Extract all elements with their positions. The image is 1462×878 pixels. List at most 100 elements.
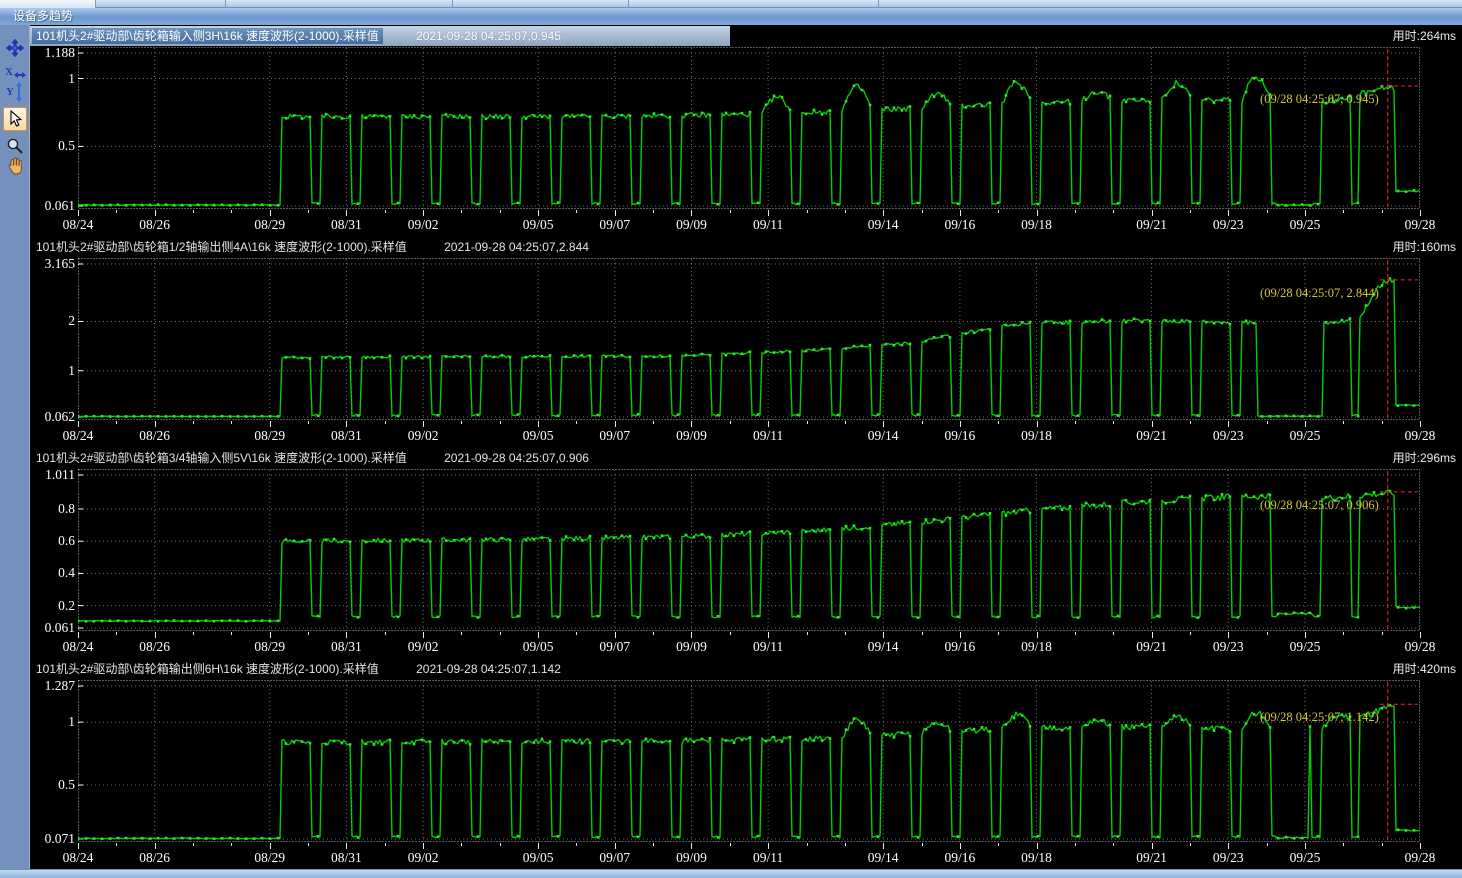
x-tick — [807, 632, 808, 635]
x-tick — [385, 843, 386, 846]
x-tick-label: 09/11 — [753, 217, 783, 233]
x-tick — [1267, 210, 1268, 213]
x-tick — [845, 421, 846, 424]
x-tick-label: 09/23 — [1213, 428, 1244, 444]
x-tick — [423, 210, 424, 216]
x-tick-label: 09/25 — [1290, 217, 1321, 233]
plot-area[interactable]: (09/28 04:25:07, 1.142) — [78, 680, 1420, 843]
x-tick-label: 09/14 — [868, 428, 899, 444]
magnify-tool-button[interactable] — [4, 135, 26, 157]
mdi-tab-strip[interactable] — [0, 0, 1462, 8]
trend-waveform — [78, 469, 1420, 632]
y-tick-label: 1 — [68, 714, 75, 730]
y-scale-tool-button[interactable]: Y — [4, 81, 26, 103]
x-tick — [1037, 421, 1038, 427]
y-tick-label: 2 — [68, 313, 75, 329]
y-axis-labels: 1.0110.80.60.40.20.061 — [30, 469, 78, 632]
x-tick — [193, 421, 194, 424]
x-tick — [1075, 210, 1076, 213]
chart-elapsed: 用时:264ms — [1393, 25, 1456, 47]
x-tick — [308, 843, 309, 846]
x-tick — [461, 421, 462, 424]
x-tick — [998, 421, 999, 424]
y-tick-label: 1.011 — [45, 467, 75, 483]
x-tick — [155, 210, 156, 216]
x-tick — [1190, 210, 1191, 213]
x-tick — [768, 210, 769, 216]
chart-title[interactable]: 101机头2#驱动部\齿轮箱输出侧6H\16k 速度波形(2-1000).采样值 — [32, 661, 383, 677]
x-tick — [500, 210, 501, 213]
pan-all-tool-button[interactable] — [4, 37, 26, 59]
trend-panel-header[interactable]: 101机头2#驱动部\齿轮箱输入侧3H\16k 速度波形(2-1000).采样值… — [30, 25, 1462, 47]
x-tick — [1152, 210, 1153, 216]
x-tick — [423, 421, 424, 427]
x-tick-label: 09/25 — [1290, 639, 1321, 655]
x-tick-label: 09/16 — [944, 217, 975, 233]
x-tick-label: 09/07 — [599, 217, 630, 233]
window-titlebar: 设备多趋势 — [0, 8, 1462, 25]
x-tick-label: 09/18 — [1021, 217, 1052, 233]
x-tick — [270, 843, 271, 849]
trend-panel-header[interactable]: 101机头2#驱动部\齿轮箱输出侧6H\16k 速度波形(2-1000).采样值… — [30, 658, 1462, 680]
chart-title[interactable]: 101机头2#驱动部\齿轮箱输入侧3H\16k 速度波形(2-1000).采样值 — [32, 28, 383, 44]
x-tick-label: 09/07 — [599, 428, 630, 444]
x-tick-label: 09/23 — [1213, 850, 1244, 866]
trend-panel-header[interactable]: 101机头2#驱动部\齿轮箱1/2轴输出侧4A\16k 速度波形(2-1000)… — [30, 236, 1462, 258]
hand-pan-tool-button[interactable] — [4, 155, 26, 177]
trend-panel-header[interactable]: 101机头2#驱动部\齿轮箱3/4轴输入侧5V\16k 速度波形(2-1000)… — [30, 447, 1462, 469]
x-tick — [1382, 632, 1383, 635]
y-tick-label: 0.6 — [58, 533, 75, 549]
x-tick — [1305, 421, 1306, 427]
x-tick — [1267, 421, 1268, 424]
x-tick — [845, 632, 846, 635]
x-tick — [998, 632, 999, 635]
x-tick — [78, 632, 79, 638]
x-tick — [500, 421, 501, 424]
x-tick — [1075, 632, 1076, 635]
x-tick — [1190, 421, 1191, 424]
x-tick-label: 09/28 — [1405, 639, 1436, 655]
x-axis: 08/2408/2608/2908/3109/0209/0509/0709/09… — [30, 421, 1462, 447]
plot-area[interactable]: (09/28 04:25:07, 0.945) — [78, 47, 1420, 210]
x-scale-tool-button[interactable]: X — [4, 61, 26, 83]
x-tick-label: 08/31 — [331, 428, 362, 444]
window-bottom-border — [0, 869, 1462, 878]
x-tick — [78, 210, 79, 216]
x-tick — [883, 421, 884, 427]
x-tick — [768, 632, 769, 638]
x-tick — [270, 632, 271, 638]
x-tick-label: 09/18 — [1021, 639, 1052, 655]
x-tick — [231, 843, 232, 846]
plot-area[interactable]: (09/28 04:25:07, 0.906) — [78, 469, 1420, 632]
x-tick-label: 09/21 — [1136, 639, 1167, 655]
x-tick — [1152, 843, 1153, 849]
x-tick — [1113, 210, 1114, 213]
x-tick-label: 09/16 — [944, 850, 975, 866]
plot-area[interactable]: (09/28 04:25:07, 2.844) — [78, 258, 1420, 421]
x-axis: 08/2408/2608/2908/3109/0209/0509/0709/09… — [30, 843, 1462, 869]
chart-title[interactable]: 101机头2#驱动部\齿轮箱3/4轴输入侧5V\16k 速度波形(2-1000)… — [32, 450, 411, 466]
x-tick — [346, 421, 347, 427]
y-tick-label: 1 — [68, 363, 75, 379]
x-tick — [1420, 421, 1421, 427]
tab-segment[interactable] — [0, 0, 95, 8]
x-tick-label: 09/09 — [676, 850, 707, 866]
x-tick — [538, 843, 539, 849]
cursor-tool-button[interactable] — [3, 107, 27, 131]
x-tick-label: 08/29 — [254, 850, 285, 866]
x-tick — [922, 210, 923, 213]
tab-divider — [225, 0, 226, 8]
x-tick — [653, 843, 654, 846]
chart-title[interactable]: 101机头2#驱动部\齿轮箱1/2轴输出侧4A\16k 速度波形(2-1000)… — [32, 239, 411, 255]
x-tick — [423, 843, 424, 849]
x-tick — [1228, 632, 1229, 638]
x-tick-label: 08/29 — [254, 217, 285, 233]
x-axis: 08/2408/2608/2908/3109/0209/0509/0709/09… — [30, 632, 1462, 658]
x-tick-label: 08/29 — [254, 428, 285, 444]
y-axis-labels: 1.18810.50.061 — [30, 47, 78, 210]
x-tick — [385, 210, 386, 213]
x-tick — [538, 210, 539, 216]
chart-timestamp: 2021-09-28 04:25:07,1.142 — [416, 662, 561, 676]
x-tick — [1113, 421, 1114, 424]
window-title: 设备多趋势 — [13, 9, 73, 23]
